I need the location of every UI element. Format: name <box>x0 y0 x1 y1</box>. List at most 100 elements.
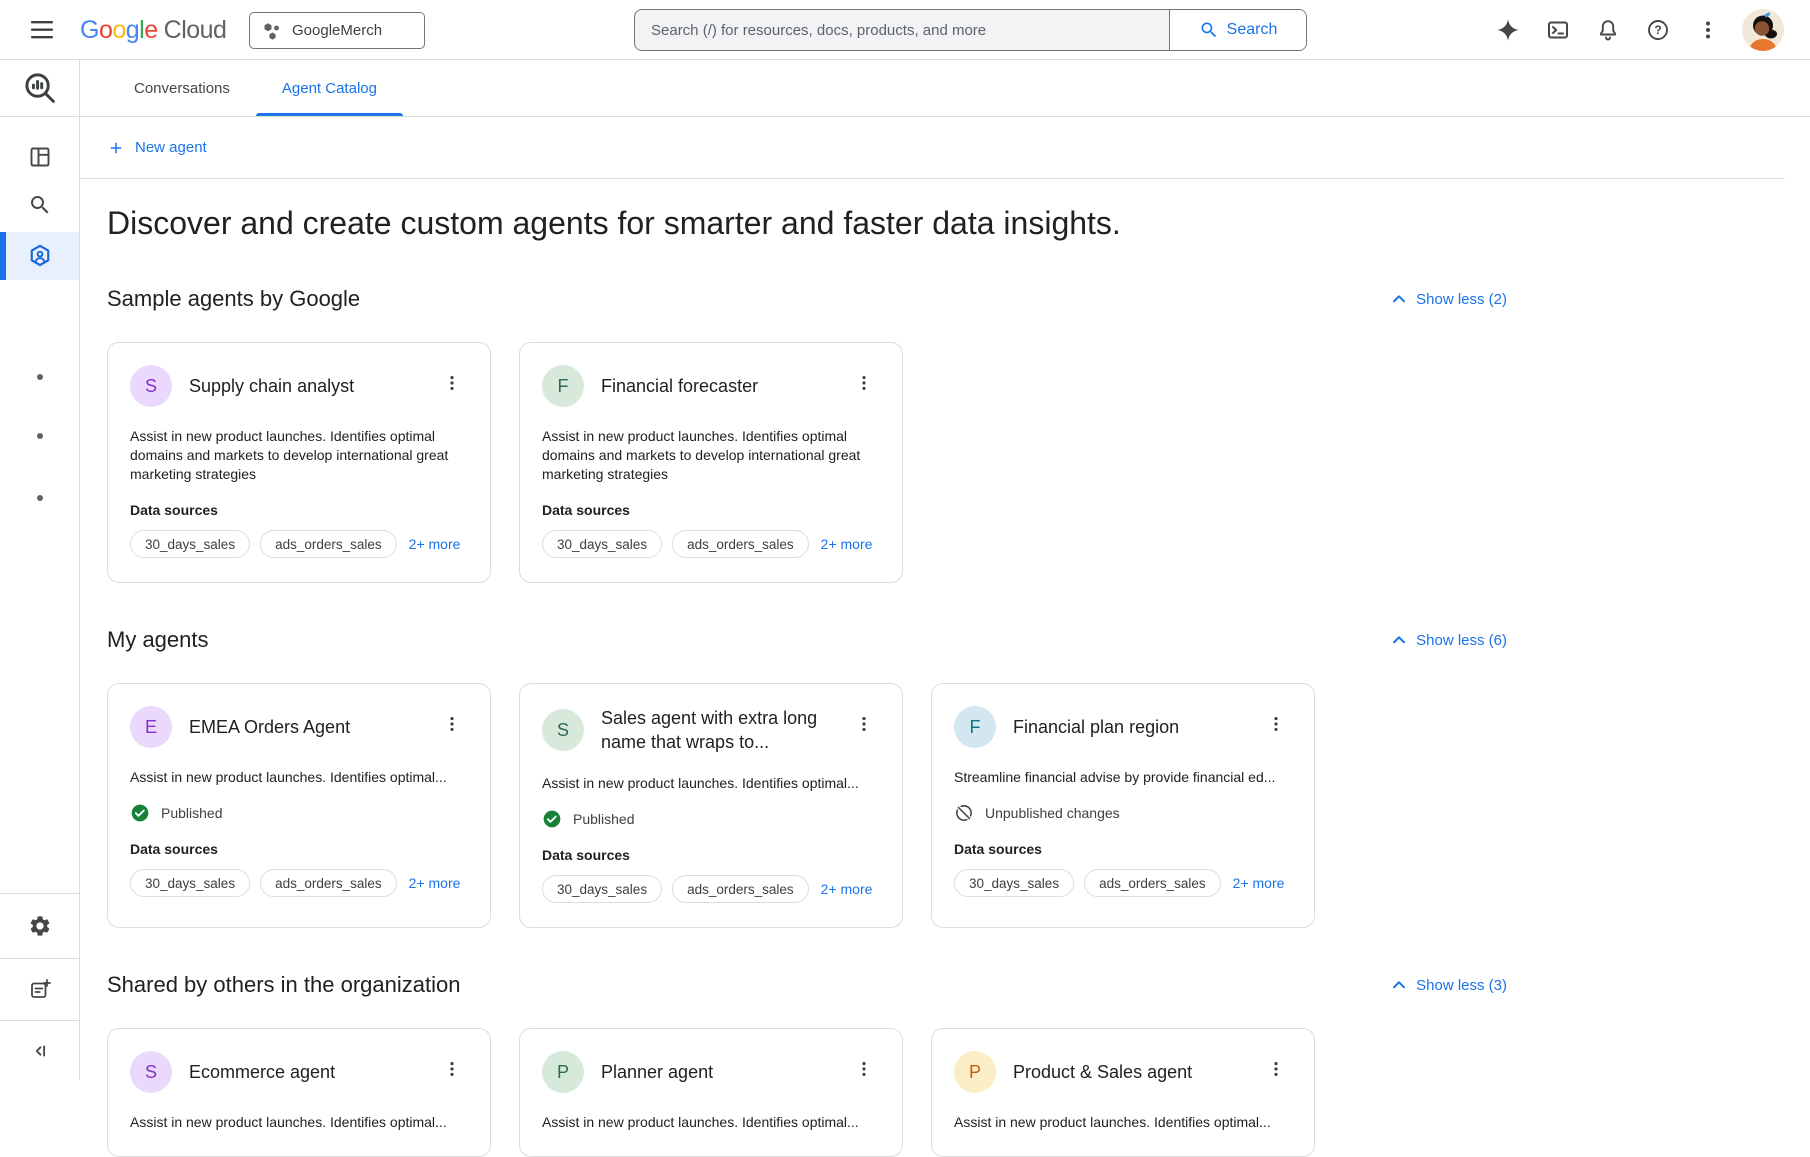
main-content: Conversations Agent Catalog New agent Di… <box>80 60 1810 1080</box>
data-source-chip: ads_orders_sales <box>672 875 809 903</box>
agent-card[interactable]: P Planner agent Assist in new product la… <box>519 1028 903 1157</box>
data-source-chips: 30_days_sales ads_orders_sales 2+ more <box>130 869 466 897</box>
agent-avatar: S <box>542 709 584 751</box>
tab-bar: Conversations Agent Catalog <box>80 60 1810 117</box>
data-source-chip: 30_days_sales <box>954 869 1074 897</box>
agent-avatar: S <box>130 365 172 407</box>
agent-card[interactable]: P Product & Sales agent Assist in new pr… <box>931 1028 1315 1157</box>
help-icon[interactable]: ? <box>1638 10 1678 50</box>
data-source-chip: ads_orders_sales <box>672 530 809 558</box>
svg-text:?: ? <box>1654 23 1661 37</box>
agent-description: Assist in new product launches. Identifi… <box>130 1113 466 1132</box>
sections: Sample agents by Google Show less (2) S … <box>107 286 1810 1157</box>
nav-dot-item[interactable] <box>37 433 43 439</box>
card-more-menu-icon[interactable] <box>850 1055 878 1083</box>
more-data-sources-link[interactable]: 2+ more <box>409 875 461 891</box>
data-source-chips: 30_days_sales ads_orders_sales 2+ more <box>542 875 878 903</box>
dashboard-icon[interactable] <box>0 137 79 177</box>
cloud-wordmark: Cloud <box>164 16 227 45</box>
nav-dot-item[interactable] <box>37 495 43 501</box>
agent-card[interactable]: F Financial forecaster Assist in new pro… <box>519 342 903 583</box>
agent-description: Assist in new product launches. Identifi… <box>954 1113 1290 1132</box>
section-heading: Sample agents by Google <box>107 286 360 312</box>
feedback-icon[interactable] <box>0 958 79 1020</box>
new-agent-button[interactable]: New agent <box>107 139 207 157</box>
card-more-menu-icon[interactable] <box>1262 710 1290 738</box>
google-cloud-logo[interactable]: Google Cloud <box>80 0 226 60</box>
gemini-icon[interactable] <box>1488 10 1528 50</box>
published-check-icon <box>130 803 150 823</box>
show-less-link[interactable]: Show less (6) <box>1390 631 1507 649</box>
card-more-menu-icon[interactable] <box>438 369 466 397</box>
published-check-icon <box>542 809 562 829</box>
search-button[interactable]: Search <box>1169 10 1306 50</box>
data-sources: Data sources 30_days_salesads_orders_sal… <box>954 841 1290 897</box>
conversational-analytics-logo <box>0 60 79 117</box>
nav-dot-item[interactable] <box>37 374 43 380</box>
tab-agent-catalog[interactable]: Agent Catalog <box>256 60 403 116</box>
data-sources: Data sources 30_days_salesads_orders_sal… <box>542 847 878 903</box>
data-source-chip: 30_days_sales <box>130 869 250 897</box>
data-sources: Data sources 30_days_salesads_orders_sal… <box>130 502 466 558</box>
data-source-chip: 30_days_sales <box>542 530 662 558</box>
agents-icon[interactable] <box>0 232 79 280</box>
agent-status: Published <box>130 803 466 823</box>
account-avatar[interactable] <box>1742 9 1784 51</box>
card-more-menu-icon[interactable] <box>438 710 466 738</box>
settings-icon[interactable] <box>0 893 79 958</box>
agent-card[interactable]: S Ecommerce agent Assist in new product … <box>107 1028 491 1157</box>
search-input[interactable] <box>635 10 1169 50</box>
agent-title: Sales agent with extra long name that wr… <box>601 706 833 754</box>
tab-conversations[interactable]: Conversations <box>108 60 256 116</box>
cards-grid: S Supply chain analyst Assist in new pro… <box>107 342 1507 583</box>
more-data-sources-link[interactable]: 2+ more <box>821 881 873 897</box>
agent-section: Sample agents by Google Show less (2) S … <box>107 286 1507 583</box>
more-data-sources-link[interactable]: 2+ more <box>1233 875 1285 891</box>
agent-avatar: P <box>954 1051 996 1093</box>
collapse-panel-icon[interactable] <box>0 1020 79 1080</box>
cloud-shell-icon[interactable] <box>1538 10 1578 50</box>
more-data-sources-link[interactable]: 2+ more <box>409 536 461 552</box>
data-source-chip: ads_orders_sales <box>1084 869 1221 897</box>
agent-avatar: F <box>954 706 996 748</box>
agent-card[interactable]: S Supply chain analyst Assist in new pro… <box>107 342 491 583</box>
more-data-sources-link[interactable]: 2+ more <box>821 536 873 552</box>
data-source-chip: ads_orders_sales <box>260 869 397 897</box>
agent-description: Streamline financial advise by provide f… <box>954 768 1290 787</box>
unpublished-icon <box>954 803 974 823</box>
agent-title: Financial plan region <box>1013 715 1245 739</box>
agent-section: Shared by others in the organization Sho… <box>107 972 1507 1157</box>
card-more-menu-icon[interactable] <box>438 1055 466 1083</box>
agent-card[interactable]: E EMEA Orders Agent Assist in new produc… <box>107 683 491 928</box>
new-agent-label: New agent <box>135 139 207 156</box>
agent-section: My agents Show less (6) E EMEA Orders Ag… <box>107 627 1507 928</box>
show-less-link[interactable]: Show less (3) <box>1390 976 1507 994</box>
card-more-menu-icon[interactable] <box>850 710 878 738</box>
agent-card[interactable]: S Sales agent with extra long name that … <box>519 683 903 928</box>
card-more-menu-icon[interactable] <box>1262 1055 1290 1083</box>
agent-avatar: E <box>130 706 172 748</box>
data-source-chip: 30_days_sales <box>130 530 250 558</box>
search-icon[interactable] <box>0 185 79 225</box>
agent-card[interactable]: F Financial plan region Streamline finan… <box>931 683 1315 928</box>
status-label: Published <box>573 811 635 827</box>
card-more-menu-icon[interactable] <box>850 369 878 397</box>
data-sources-label: Data sources <box>130 841 466 857</box>
agent-description: Assist in new product launches. Identifi… <box>542 1113 878 1132</box>
data-sources: Data sources 30_days_sales ads_orders_sal… <box>130 841 466 897</box>
data-source-chips: 30_days_sales ads_orders_sales 2+ more <box>954 869 1290 897</box>
data-source-chip: 30_days_sales <box>542 875 662 903</box>
data-source-chip: ads_orders_sales <box>260 530 397 558</box>
project-selector[interactable]: GoogleMerch <box>249 12 425 49</box>
status-label: Published <box>161 805 223 821</box>
chevron-up-icon <box>1390 631 1408 649</box>
section-heading: My agents <box>107 627 209 653</box>
agent-title: Supply chain analyst <box>189 374 421 398</box>
page-title: Discover and create custom agents for sm… <box>107 205 1810 242</box>
menu-icon[interactable] <box>22 10 62 50</box>
show-less-link[interactable]: Show less (2) <box>1390 290 1507 308</box>
more-vert-icon[interactable] <box>1688 10 1728 50</box>
agent-title: Planner agent <box>601 1060 833 1084</box>
status-label: Unpublished changes <box>985 805 1120 821</box>
notifications-icon[interactable] <box>1588 10 1628 50</box>
